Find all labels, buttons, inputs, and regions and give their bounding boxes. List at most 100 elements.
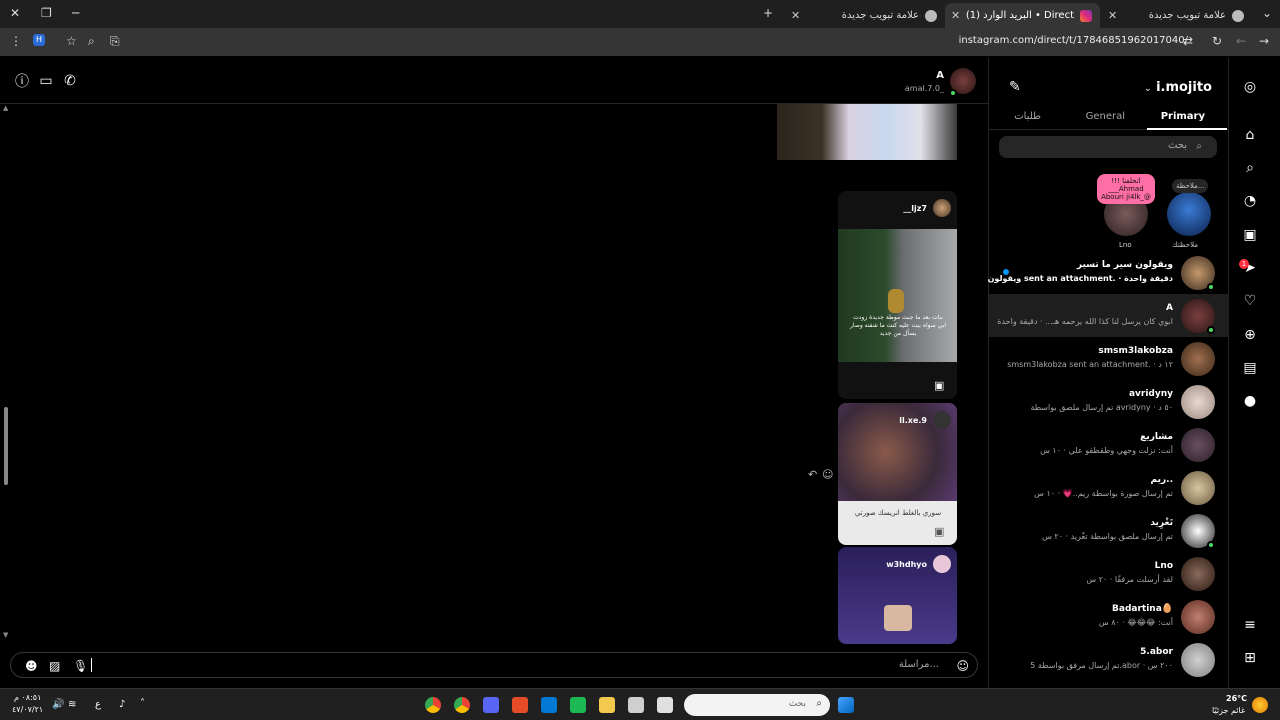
site-settings-icon[interactable]: ⇄ — [1183, 34, 1193, 48]
input-language[interactable]: ع — [95, 699, 101, 710]
weather-icon[interactable] — [1252, 697, 1268, 713]
menu-icon[interactable]: ⋮ — [10, 34, 22, 48]
minimize-window-icon[interactable]: ─ — [72, 6, 79, 20]
message-input[interactable]: مراسلة... — [899, 659, 939, 670]
tab-newtab-2[interactable]: ✕ علامة تبويب جديدة — [1102, 3, 1252, 28]
reply-icon[interactable]: ↶ — [808, 468, 817, 481]
weather-temp[interactable]: 26°C — [1226, 694, 1247, 703]
sent-image[interactable] — [777, 104, 957, 160]
tab-primary[interactable]: Primary — [1161, 111, 1205, 122]
instagram-icon — [1080, 9, 1092, 22]
tab-general[interactable]: General — [1086, 111, 1125, 122]
conversation-item[interactable]: 5.abor تم إرسال مرفق بواسطة 5.abor · ٢٠٠… — [989, 638, 1229, 681]
tray-overflow-icon[interactable]: ˄ — [140, 698, 145, 709]
active-browser-icon[interactable] — [541, 697, 557, 713]
app-icon[interactable] — [512, 697, 528, 713]
scrollbar-thumb[interactable] — [4, 407, 8, 485]
online-indicator — [1207, 326, 1215, 334]
clock-date[interactable]: ٤٧/٠٧/٢١ — [12, 705, 43, 714]
conversation-item[interactable]: Lno لقد أرسلت مرفقًا · ٢٠ س — [989, 552, 1229, 595]
close-window-icon[interactable]: ✕ — [10, 6, 20, 20]
account-switcher[interactable]: ⌄ i.mojito — [1144, 80, 1212, 95]
share-icon[interactable]: ⎘ — [110, 34, 120, 49]
online-indicator — [1207, 541, 1215, 549]
conversation-item[interactable]: Badartina🥚 أنت: 😂😂😂 · ٨٠ س — [989, 595, 1229, 638]
reel-figure — [888, 289, 904, 313]
dashboard-icon[interactable]: ▤ — [1241, 359, 1259, 377]
tab-instagram-direct[interactable]: ✕ (1) البريد الوارد • Direct — [945, 3, 1100, 28]
react-emoji-icon[interactable]: ☺ — [822, 468, 833, 481]
home-icon[interactable]: ⌂ — [1241, 126, 1259, 144]
clock-time[interactable]: ٠٨:٥١ م — [14, 693, 41, 702]
tab-list-icon[interactable]: ⌄ — [1262, 6, 1272, 20]
emoji-icon[interactable]: ☺ — [956, 659, 969, 673]
conversation-item[interactable]: avridyny تم إرسال ملصق بواسطة avridyny ·… — [989, 380, 1229, 423]
search-icon[interactable]: ⌕ — [1241, 159, 1259, 177]
conversation-item[interactable]: تَغْرِيد تم إرسال ملصق بواسطة تغْريد · ٢… — [989, 509, 1229, 552]
close-tab-icon[interactable]: ✕ — [791, 9, 800, 22]
mic-tray-icon[interactable]: ♪ — [119, 699, 125, 710]
chrome-icon[interactable] — [425, 697, 441, 713]
more-menu-icon[interactable]: ≡ — [1241, 616, 1259, 634]
taskbar-search[interactable]: بحث ⌕ — [684, 694, 830, 716]
conversation-item[interactable]: مشاريع أنت: نزلت وجهي وطقطقو علي · ١٠ س — [989, 423, 1229, 466]
conversation-item[interactable]: smsm3lakobza smsm3lakobza sent an attach… — [989, 337, 1229, 380]
avatar — [1181, 428, 1215, 462]
discord-icon[interactable] — [483, 697, 499, 713]
back-icon[interactable]: → — [1259, 34, 1269, 48]
browser-tabbar: ✕ ❐ ─ + ✕ علامة تبويب جديدة ✕ (1) البريد… — [0, 0, 1280, 28]
scroll-down-icon[interactable]: ▼ — [3, 631, 8, 639]
tab-newtab-1[interactable]: ✕ علامة تبويب جديدة — [785, 3, 945, 28]
scroll-up-icon[interactable]: ▲ — [3, 104, 8, 112]
wifi-icon[interactable]: ≋ — [68, 699, 76, 710]
tab-requests[interactable]: طلبات — [1014, 111, 1041, 122]
restore-window-icon[interactable]: ❐ — [41, 6, 52, 20]
note-bubble-lno[interactable]: !!! اتخلفنا ___Ahmad Abouri ji4lk_@ — [1097, 174, 1155, 204]
conversation-item[interactable]: ريم.. تم إرسال صورة بواسطة ريم..💗 · ١٠ س — [989, 466, 1229, 509]
app-icon[interactable] — [570, 697, 586, 713]
file-explorer-icon[interactable] — [599, 697, 615, 713]
profile-icon[interactable]: ● — [1241, 392, 1259, 410]
explore-icon[interactable]: ◔ — [1241, 192, 1259, 210]
conversation-info-icon[interactable]: ⓘ — [14, 73, 30, 90]
unread-dot — [1003, 269, 1009, 275]
instagram-logo-icon[interactable]: ◎ — [1241, 78, 1259, 96]
new-message-icon[interactable]: ✎ — [1009, 79, 1021, 95]
reels-icon[interactable]: ▣ — [1241, 226, 1259, 244]
my-note-avatar[interactable] — [1167, 192, 1211, 236]
chrome-profile-icon[interactable] — [454, 697, 470, 713]
sticker-icon[interactable]: ☻ — [25, 659, 38, 673]
video-call-icon[interactable]: ▭ — [38, 73, 54, 89]
shared-reel[interactable]: ll.xe.9 سوري بالغلط انريسك صورتي ▣ — [838, 403, 957, 545]
conversation-item-selected[interactable]: A ابوي كان يرسل لنا كذا الله يرحمه هـ...… — [989, 294, 1229, 337]
close-tab-icon[interactable]: ✕ — [1108, 9, 1117, 22]
conversation-item[interactable]: ويقولون سير ما تسير ويقولون sent an atta… — [988, 251, 1229, 294]
start-windows-icon[interactable] — [838, 697, 854, 713]
notifications-heart-icon[interactable]: ♡ — [1241, 292, 1259, 310]
zoom-icon[interactable]: ⌕ — [88, 34, 95, 49]
app-icon[interactable] — [657, 697, 673, 713]
volume-icon[interactable]: 🔊 — [52, 699, 64, 710]
search-input[interactable]: بحث — [999, 136, 1217, 158]
close-tab-icon[interactable]: ✕ — [951, 9, 960, 22]
url-field[interactable]: instagram.com/direct/t/17846851962017040… — [959, 35, 1188, 46]
reel-author: ll.xe.9 — [899, 411, 951, 429]
shared-reel[interactable]: __ljz7 بنات بعد ما جبت موطة جديدة زودت ا… — [838, 191, 957, 399]
create-icon[interactable]: ⊕ — [1241, 326, 1259, 344]
shared-reel[interactable]: w3hdhyo — [838, 547, 957, 644]
reload-icon[interactable]: ↻ — [1212, 34, 1222, 48]
my-note-bubble[interactable]: ملاحظة... — [1172, 179, 1209, 193]
forward-icon[interactable]: ← — [1236, 34, 1246, 48]
weather-desc[interactable]: غائم جزئيًا — [1212, 706, 1245, 715]
message-thread[interactable]: ▲ ▼ __ljz7 بنات بعد ما جبت موطة جديدة زو… — [0, 104, 988, 644]
image-upload-icon[interactable]: ▨ — [49, 659, 60, 673]
also-from-meta-icon[interactable]: ⊞ — [1241, 649, 1259, 667]
message-composer[interactable]: ☻ ▨ 🎙 مراسلة... ☺ — [10, 652, 978, 678]
phone-call-icon[interactable]: ✆ — [62, 73, 78, 89]
bookmark-star-icon[interactable]: ☆ — [66, 34, 77, 48]
store-icon[interactable] — [628, 697, 644, 713]
new-tab-icon[interactable]: + — [763, 6, 773, 20]
contact-name[interactable]: A — [936, 70, 944, 81]
microphone-icon[interactable]: 🎙 — [73, 659, 88, 673]
extension-icon[interactable]: H — [33, 34, 45, 46]
